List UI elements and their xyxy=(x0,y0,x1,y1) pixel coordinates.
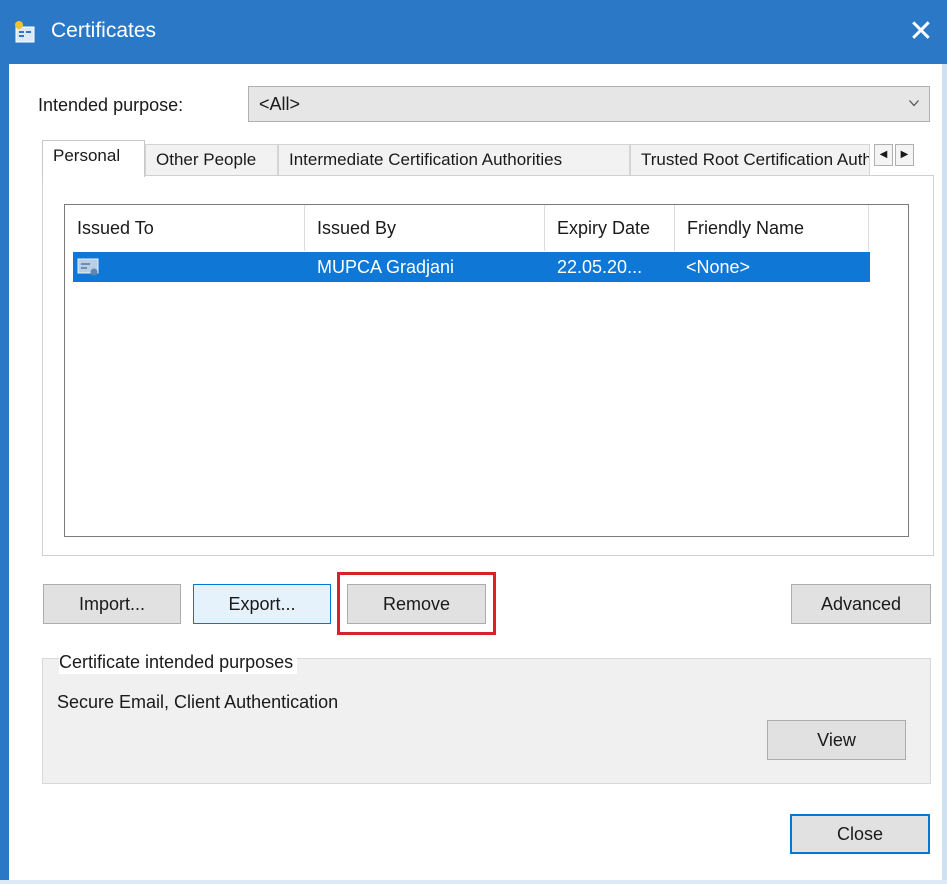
certificates-icon xyxy=(15,21,35,43)
tab-personal[interactable]: Personal xyxy=(42,140,145,177)
close-icon: ✕ xyxy=(908,15,934,48)
certificate-list[interactable]: Issued To Issued By Expiry Date Friendly… xyxy=(64,204,909,537)
tab-scroll-right-button[interactable]: ▶ xyxy=(895,144,914,166)
import-button[interactable]: Import... xyxy=(43,584,181,624)
window-frame-right xyxy=(942,64,947,884)
tab-trusted-root-certification-authorities[interactable]: Trusted Root Certification Authorities xyxy=(630,144,870,176)
certificates-dialog: Certificates ✕ Intended purpose: <All> P… xyxy=(0,0,947,884)
purposes-text: Secure Email, Client Authentication xyxy=(57,692,339,712)
intended-purpose-value: <All> xyxy=(259,94,301,114)
intended-purpose-dropdown[interactable]: <All> xyxy=(248,86,930,122)
column-header-friendly-name[interactable]: Friendly Name xyxy=(675,205,869,251)
cell-expiry-date: 22.05.20... xyxy=(557,257,643,277)
certificate-icon xyxy=(77,258,99,276)
export-button[interactable]: Export... xyxy=(193,584,331,624)
tab-other-people[interactable]: Other People xyxy=(145,144,278,176)
view-button[interactable]: View xyxy=(767,720,906,760)
close-button[interactable]: Close xyxy=(790,814,930,854)
column-header-issued-to[interactable]: Issued To xyxy=(65,205,305,251)
arrow-left-icon: ◀ xyxy=(879,149,888,160)
window-frame-left xyxy=(0,64,9,884)
column-header-expiry-date[interactable]: Expiry Date xyxy=(545,205,675,251)
cell-issued-by: MUPCA Gradjani xyxy=(317,257,455,277)
cell-friendly-name: <None> xyxy=(686,257,751,277)
store-tabs: Personal Other People Intermediate Certi… xyxy=(42,140,934,177)
chevron-down-icon xyxy=(909,100,919,107)
window-frame-bottom xyxy=(0,880,947,884)
purposes-group-title: Certificate intended purposes xyxy=(59,650,298,674)
title-bar: Certificates ✕ xyxy=(0,0,947,64)
close-window-button[interactable]: ✕ xyxy=(901,12,941,52)
tab-intermediate-certification-authorities[interactable]: Intermediate Certification Authorities xyxy=(278,144,630,176)
table-row[interactable]: MUPCA Gradjani 22.05.20... <None> xyxy=(73,252,870,282)
advanced-button[interactable]: Advanced xyxy=(791,584,931,624)
tab-scroll-left-button[interactable]: ◀ xyxy=(874,144,893,166)
window-title: Certificates xyxy=(51,19,157,42)
intended-purpose-label: Intended purpose: xyxy=(38,95,184,115)
arrow-right-icon: ▶ xyxy=(900,149,909,160)
column-header-issued-by[interactable]: Issued By xyxy=(305,205,545,251)
remove-highlight-box xyxy=(337,572,496,635)
